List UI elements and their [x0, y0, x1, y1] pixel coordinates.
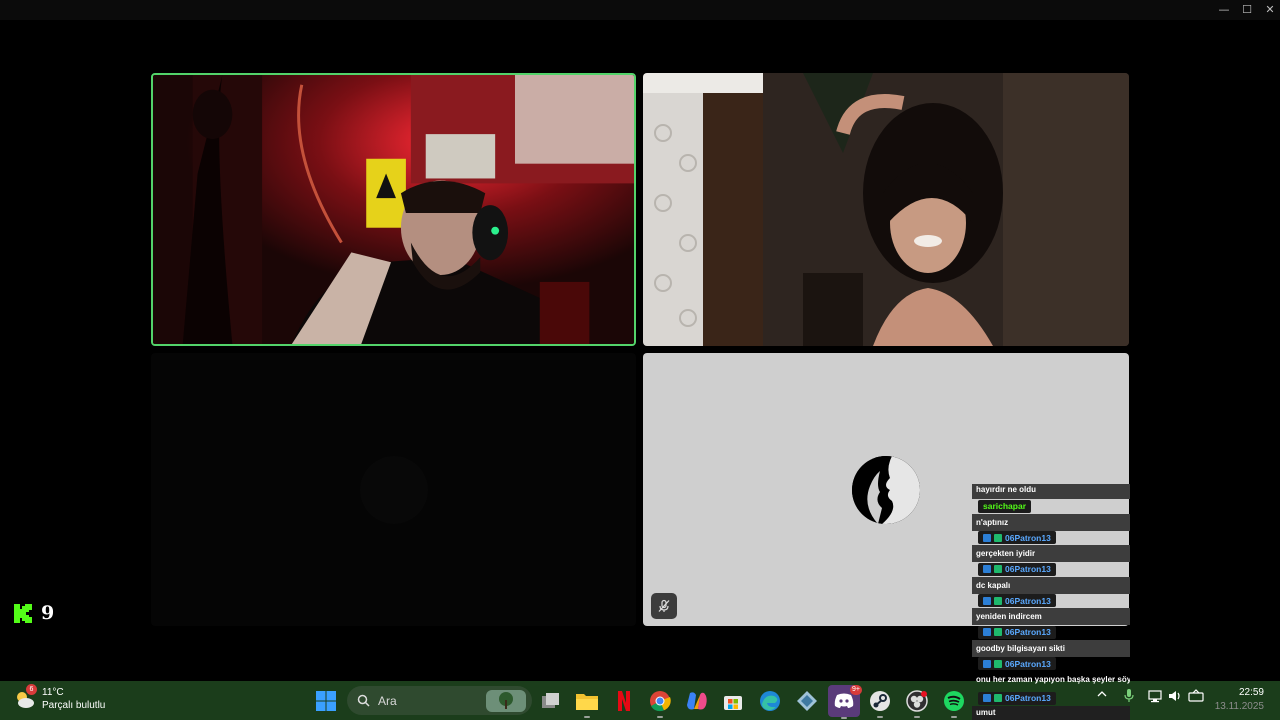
clock-time: 22:59	[1238, 687, 1264, 698]
chat-username-text: 06Patron13	[1005, 595, 1051, 606]
start-icon[interactable]	[314, 689, 338, 713]
weather-temp: 11°C	[42, 687, 64, 698]
avatar	[360, 456, 428, 524]
chat-row: 06Patron13 goodby bilgisayarı sikti	[972, 625, 1132, 657]
subscriber-badge-icon	[983, 533, 991, 542]
gift-badge-icon	[994, 596, 1002, 605]
obs-icon[interactable]	[905, 689, 929, 718]
search-highlight-icon	[486, 689, 526, 712]
chat-username[interactable]: sarichapar	[978, 499, 1031, 513]
chat-username[interactable]: 06Patron13	[978, 562, 1056, 576]
kick-logo-icon	[14, 603, 32, 623]
gift-badge-icon	[994, 659, 1002, 668]
edge-icon[interactable]	[758, 689, 782, 713]
chrome-icon[interactable]	[648, 689, 672, 718]
maximize-button[interactable]: ☐	[1236, 2, 1258, 18]
device-icon[interactable]	[1188, 689, 1204, 706]
chat-username-text: 06Patron13	[1005, 564, 1051, 575]
volume-icon[interactable]	[1168, 689, 1182, 706]
minimize-button[interactable]: —	[1213, 2, 1235, 18]
video-tile-participant-1[interactable]	[151, 73, 636, 346]
chat-message: hayırdır ne oldu	[972, 484, 1130, 499]
chat-message: n'aptınız	[972, 513, 1130, 531]
gift-badge-icon	[994, 628, 1002, 637]
participant-video	[153, 75, 634, 344]
viewer-count: 9	[41, 602, 55, 624]
mic-muted-icon[interactable]	[651, 593, 677, 619]
subscriber-badge-icon	[983, 659, 991, 668]
search-box[interactable]: Ara	[347, 686, 532, 715]
app-icon[interactable]	[795, 689, 819, 713]
clock-date: 13.11.2025	[1214, 701, 1264, 712]
chat-row: sarichapar n'aptınız	[972, 499, 1132, 531]
chat-username[interactable]: 06Patron13	[978, 531, 1056, 545]
chat-message: gerçekten iyidir	[972, 545, 1130, 562]
chat-overlay: hayırdır ne oldu sarichapar n'aptınız 06Pa…	[972, 484, 1132, 720]
chat-row: 06Patron13 umut	[972, 688, 1132, 720]
chat-row: 06Patron13 dc kapalı	[972, 562, 1132, 594]
chat-message: yeniden indircem	[972, 608, 1130, 625]
microsoft-store-icon[interactable]	[721, 689, 745, 713]
chat-username-text: 06Patron13	[1005, 627, 1051, 638]
chat-row: 06Patron13 yeniden indircem	[972, 594, 1132, 625]
discord-icon[interactable]: 9+	[828, 685, 862, 719]
search-placeholder: Ara	[378, 693, 397, 708]
kick-viewer-badge: 9	[14, 602, 54, 624]
chat-username-text: 06Patron13	[1005, 693, 1051, 703]
discord-badge: 9+	[850, 685, 862, 695]
title-bar: — ☐ ✕	[0, 0, 1280, 20]
video-tile-participant-2[interactable]	[643, 73, 1129, 346]
avatar	[852, 456, 920, 524]
subscriber-badge-icon	[983, 565, 991, 574]
clock[interactable]: 22:59 13.11.2025	[1215, 686, 1264, 714]
spotify-icon[interactable]	[942, 689, 966, 718]
weather-badge: 6	[26, 684, 37, 695]
subscriber-badge-icon	[983, 694, 991, 702]
gift-badge-icon	[994, 533, 1002, 542]
weather-condition: Parçalı bulutlu	[42, 700, 106, 711]
copilot-icon[interactable]	[685, 689, 709, 713]
subscriber-badge-icon	[983, 628, 991, 637]
chat-message: onu her zaman yapıyon başka şeyler söyle	[976, 675, 1130, 685]
chat-username[interactable]: 06Patron13	[978, 625, 1056, 639]
chat-username-text: sarichapar	[983, 501, 1026, 512]
gift-badge-icon	[994, 694, 1002, 702]
task-view-icon[interactable]	[539, 689, 563, 713]
chat-row: 06Patron13 onu her zaman yapıyon başka şe…	[972, 657, 1132, 689]
chat-message: umut	[972, 705, 1130, 720]
chat-message: dc kapalı	[972, 576, 1130, 594]
chat-username[interactable]: 06Patron13	[978, 691, 1056, 705]
steam-icon[interactable]	[868, 689, 892, 718]
video-tile-participant-3[interactable]	[151, 353, 636, 626]
chat-row: 06Patron13 gerçekten iyidir	[972, 531, 1132, 562]
gift-badge-icon	[994, 565, 1002, 574]
close-button[interactable]: ✕	[1259, 2, 1280, 18]
subscriber-badge-icon	[983, 596, 991, 605]
chat-username-text: 06Patron13	[1005, 658, 1051, 669]
chat-username-text: 06Patron13	[1005, 532, 1051, 543]
network-icon[interactable]	[1148, 689, 1162, 706]
netflix-icon[interactable]	[612, 689, 636, 713]
file-explorer-icon[interactable]	[575, 689, 599, 718]
chat-username[interactable]: 06Patron13	[978, 657, 1056, 671]
search-icon	[357, 694, 370, 707]
chat-message: goodby bilgisayarı sikti	[972, 639, 1130, 657]
chat-username[interactable]: 06Patron13	[978, 594, 1056, 608]
weather-icon: 6	[12, 684, 37, 711]
participant-video	[643, 73, 1129, 346]
weather-widget[interactable]: 6 11°C Parçalı bulutlu	[12, 684, 106, 712]
